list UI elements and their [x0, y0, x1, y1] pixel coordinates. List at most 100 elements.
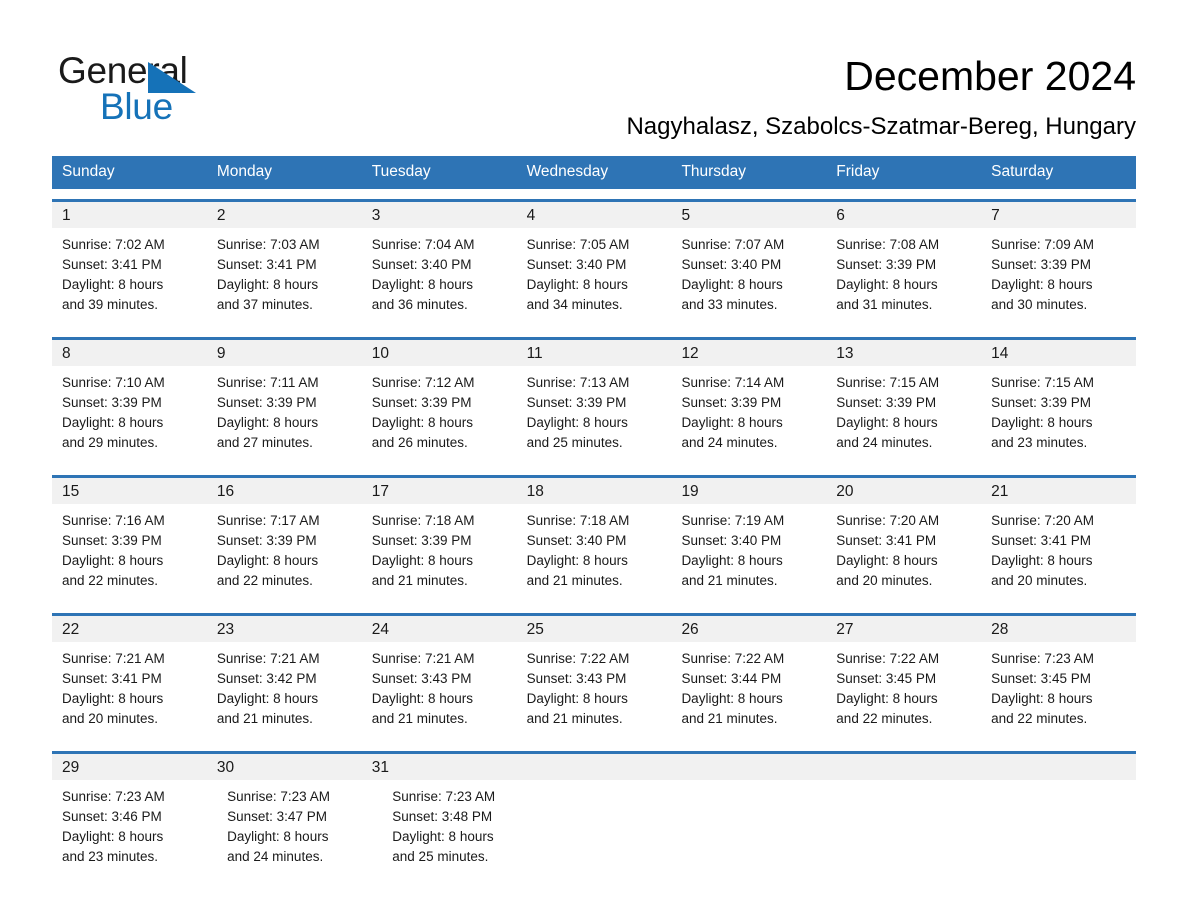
sunset-text: Sunset: 3:45 PM	[991, 671, 1091, 686]
day-number[interactable]: 5	[671, 202, 826, 228]
day-cell: Sunrise: 7:23 AM Sunset: 3:47 PM Dayligh…	[217, 780, 382, 879]
day-cell-empty	[989, 780, 1136, 879]
day-number[interactable]: 14	[981, 340, 1136, 366]
week-detail-band: Sunrise: 7:21 AM Sunset: 3:41 PM Dayligh…	[52, 642, 1136, 741]
day-number[interactable]: 15	[52, 478, 207, 504]
sunrise-text: Sunrise: 7:22 AM	[526, 651, 630, 666]
sunrise-text: Sunrise: 7:23 AM	[62, 789, 165, 804]
sunrise-text: Sunrise: 7:09 AM	[991, 237, 1094, 252]
day-number[interactable]: 20	[826, 478, 981, 504]
day-number[interactable]: 1	[52, 202, 207, 228]
sunrise-text: Sunrise: 7:21 AM	[371, 651, 475, 666]
daylight-text-line1: Daylight: 8 hours	[681, 553, 783, 568]
daylight-text-line1: Daylight: 8 hours	[216, 691, 319, 706]
daylight-text-line1: Daylight: 8 hours	[991, 691, 1093, 706]
day-number[interactable]: 13	[826, 340, 981, 366]
day-number[interactable]: 7	[981, 202, 1136, 228]
sunrise-text: Sunrise: 7:23 AM	[991, 651, 1094, 666]
day-number[interactable]: 29	[52, 754, 207, 780]
daylight-text-line1: Daylight: 8 hours	[526, 691, 628, 706]
day-number[interactable]: 26	[671, 616, 826, 642]
day-cell-empty	[671, 754, 826, 780]
sunset-text: Sunset: 3:40 PM	[681, 257, 782, 272]
daylight-text-line1: Daylight: 8 hours	[62, 829, 164, 844]
week-detail-band: Sunrise: 7:10 AM Sunset: 3:39 PM Dayligh…	[52, 366, 1136, 465]
day-number[interactable]: 9	[207, 340, 362, 366]
day-number[interactable]: 31	[362, 754, 517, 780]
sunrise-text: Sunrise: 7:11 AM	[216, 375, 319, 390]
day-number[interactable]: 25	[517, 616, 672, 642]
day-cell: Sunrise: 7:15 AM Sunset: 3:39 PM Dayligh…	[826, 366, 981, 465]
daylight-text-line2: and 21 minutes.	[371, 573, 468, 588]
day-number[interactable]: 28	[981, 616, 1136, 642]
sunset-text: Sunset: 3:39 PM	[371, 395, 472, 410]
day-cell: Sunrise: 7:18 AM Sunset: 3:40 PM Dayligh…	[517, 504, 672, 603]
day-cell: Sunrise: 7:02 AM Sunset: 3:41 PM Dayligh…	[52, 228, 207, 327]
day-number[interactable]: 3	[362, 202, 517, 228]
daylight-text-line2: and 20 minutes.	[836, 573, 933, 588]
weekday-header-friday: Friday	[836, 163, 880, 180]
sunset-text: Sunset: 3:40 PM	[526, 533, 627, 548]
sunset-text: Sunset: 3:42 PM	[216, 671, 317, 686]
day-number[interactable]: 30	[207, 754, 362, 780]
sunset-text: Sunset: 3:39 PM	[371, 533, 472, 548]
day-number[interactable]: 27	[826, 616, 981, 642]
day-number[interactable]: 10	[362, 340, 517, 366]
day-number[interactable]: 23	[207, 616, 362, 642]
weekday-header-wednesday: Wednesday	[526, 163, 609, 180]
sunrise-text: Sunrise: 7:17 AM	[216, 513, 320, 528]
daylight-text-line1: Daylight: 8 hours	[62, 553, 164, 568]
sunrise-text: Sunrise: 7:20 AM	[836, 513, 940, 528]
day-number[interactable]: 16	[207, 478, 362, 504]
sunset-text: Sunset: 3:39 PM	[836, 257, 937, 272]
sunrise-text: Sunrise: 7:02 AM	[62, 237, 165, 252]
day-number[interactable]: 21	[981, 478, 1136, 504]
day-cell: Sunrise: 7:22 AM Sunset: 3:45 PM Dayligh…	[826, 642, 981, 741]
sunset-text: Sunset: 3:41 PM	[216, 257, 317, 272]
day-number[interactable]: 22	[52, 616, 207, 642]
daylight-text-line2: and 20 minutes.	[991, 573, 1088, 588]
sunrise-text: Sunrise: 7:18 AM	[526, 513, 630, 528]
sunset-text: Sunset: 3:39 PM	[62, 533, 162, 548]
daylight-text-line2: and 21 minutes.	[681, 711, 778, 726]
daylight-text-line2: and 34 minutes.	[526, 297, 623, 312]
day-number[interactable]: 11	[517, 340, 672, 366]
weekday-header-row: Sunday Monday Tuesday Wednesday Thursday…	[52, 156, 1136, 189]
sunset-text: Sunset: 3:40 PM	[526, 257, 627, 272]
day-cell-empty	[842, 780, 989, 879]
daylight-text-line2: and 21 minutes.	[526, 711, 623, 726]
day-cell: Sunrise: 7:21 AM Sunset: 3:41 PM Dayligh…	[52, 642, 207, 741]
daylight-text-line1: Daylight: 8 hours	[836, 415, 938, 430]
daylight-text-line1: Daylight: 8 hours	[62, 415, 164, 430]
week-detail-band: Sunrise: 7:16 AM Sunset: 3:39 PM Dayligh…	[52, 504, 1136, 603]
day-cell: Sunrise: 7:22 AM Sunset: 3:44 PM Dayligh…	[671, 642, 826, 741]
day-number[interactable]: 4	[517, 202, 672, 228]
day-number[interactable]: 18	[517, 478, 672, 504]
day-number[interactable]: 8	[52, 340, 207, 366]
sunrise-text: Sunrise: 7:22 AM	[681, 651, 785, 666]
daylight-text-line2: and 39 minutes.	[62, 297, 159, 312]
day-cell-empty	[826, 754, 981, 780]
day-number[interactable]: 17	[362, 478, 517, 504]
sunrise-text: Sunrise: 7:23 AM	[392, 789, 496, 804]
weekday-header-sunday: Sunday	[62, 163, 115, 180]
day-number[interactable]: 2	[207, 202, 362, 228]
daylight-text-line2: and 22 minutes.	[216, 573, 313, 588]
daylight-text-line1: Daylight: 8 hours	[836, 691, 938, 706]
day-cell: Sunrise: 7:13 AM Sunset: 3:39 PM Dayligh…	[517, 366, 672, 465]
week-detail-band: Sunrise: 7:02 AM Sunset: 3:41 PM Dayligh…	[52, 228, 1136, 327]
day-cell: Sunrise: 7:18 AM Sunset: 3:39 PM Dayligh…	[362, 504, 517, 603]
sunset-text: Sunset: 3:39 PM	[216, 533, 317, 548]
sunrise-text: Sunrise: 7:15 AM	[991, 375, 1094, 390]
day-cell: Sunrise: 7:21 AM Sunset: 3:42 PM Dayligh…	[207, 642, 362, 741]
day-number[interactable]: 6	[826, 202, 981, 228]
day-number[interactable]: 19	[671, 478, 826, 504]
day-cell: Sunrise: 7:05 AM Sunset: 3:40 PM Dayligh…	[517, 228, 672, 327]
day-number[interactable]: 24	[362, 616, 517, 642]
sunrise-text: Sunrise: 7:16 AM	[62, 513, 165, 528]
day-number[interactable]: 12	[671, 340, 826, 366]
sunset-text: Sunset: 3:39 PM	[991, 395, 1091, 410]
daylight-text-line2: and 29 minutes.	[62, 435, 159, 450]
day-cell-empty	[981, 754, 1136, 780]
daylight-text-line1: Daylight: 8 hours	[227, 829, 329, 844]
